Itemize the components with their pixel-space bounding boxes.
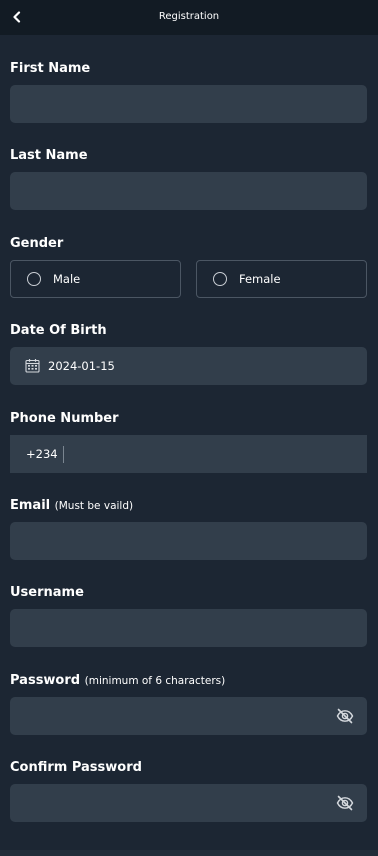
email-input[interactable] bbox=[10, 522, 367, 560]
phone-field[interactable]: +234 bbox=[10, 435, 367, 473]
dob-field[interactable]: 2024-01-15 bbox=[10, 347, 367, 385]
top-bar: Registration bbox=[0, 0, 378, 35]
email-label: Email (Must be vaild) bbox=[10, 498, 133, 513]
first-name-label: First Name bbox=[10, 61, 91, 76]
page-title: Registration bbox=[158, 11, 220, 22]
password-input[interactable] bbox=[10, 697, 330, 735]
phone-label: Phone Number bbox=[10, 411, 119, 426]
email-label-text: Email bbox=[10, 498, 51, 513]
username-label: Username bbox=[10, 585, 84, 600]
last-name-input[interactable] bbox=[10, 172, 367, 210]
confirm-password-input[interactable] bbox=[10, 784, 330, 822]
radio-button-female[interactable] bbox=[213, 272, 227, 286]
password-label-text: Password bbox=[10, 673, 81, 688]
phone-input[interactable] bbox=[68, 435, 363, 473]
last-name-field[interactable] bbox=[10, 172, 367, 210]
first-name-field[interactable] bbox=[10, 85, 367, 123]
phone-divider bbox=[63, 446, 64, 463]
gender-label: Gender bbox=[10, 236, 64, 251]
eye-off-icon[interactable] bbox=[336, 707, 354, 725]
gender-male-label: Male bbox=[53, 272, 81, 286]
email-hint: (Must be vaild) bbox=[54, 500, 134, 512]
bottom-bar bbox=[0, 850, 378, 856]
last-name-label: Last Name bbox=[10, 148, 88, 163]
country-code[interactable]: +234 bbox=[26, 435, 58, 473]
calendar-icon bbox=[25, 359, 40, 373]
gender-option-female[interactable]: Female bbox=[196, 260, 367, 298]
first-name-input[interactable] bbox=[10, 85, 367, 123]
eye-off-icon[interactable] bbox=[336, 794, 354, 812]
dob-label: Date Of Birth bbox=[10, 323, 107, 338]
username-field[interactable] bbox=[10, 609, 367, 647]
password-field[interactable] bbox=[10, 697, 367, 735]
gender-female-label: Female bbox=[239, 272, 281, 286]
confirm-password-field[interactable] bbox=[10, 784, 367, 822]
email-field[interactable] bbox=[10, 522, 367, 560]
confirm-password-label: Confirm Password bbox=[10, 760, 142, 775]
username-input[interactable] bbox=[10, 609, 367, 647]
password-label: Password (minimum of 6 characters) bbox=[10, 673, 225, 688]
gender-option-male[interactable]: Male bbox=[10, 260, 181, 298]
password-hint: (minimum of 6 characters) bbox=[84, 675, 226, 687]
radio-button-male[interactable] bbox=[27, 272, 41, 286]
dob-value: 2024-01-15 bbox=[48, 359, 115, 373]
